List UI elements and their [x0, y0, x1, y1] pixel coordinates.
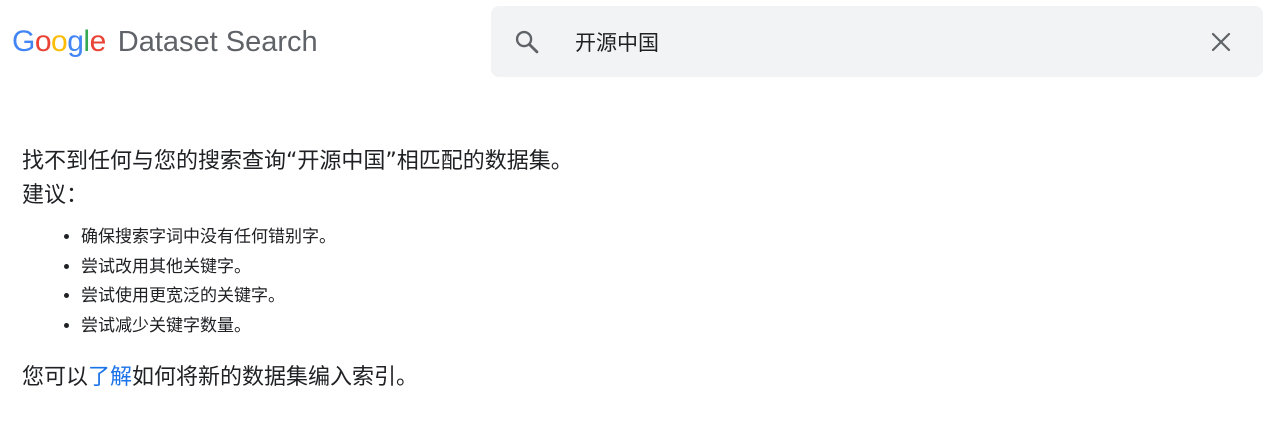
product-name: Dataset Search [117, 25, 318, 58]
index-info-line: 您可以了解如何将新的数据集编入索引。 [22, 361, 1222, 395]
logo-letter: e [89, 25, 107, 58]
learn-more-link[interactable]: 了解 [88, 365, 132, 390]
list-item: 确保搜索字词中没有任何错别字。 [81, 223, 1222, 253]
index-info-suffix: 如何将新的数据集编入索引。 [132, 365, 419, 390]
logo-letter: g [67, 25, 84, 58]
logo-letter: o [51, 25, 68, 58]
close-icon[interactable] [1209, 30, 1233, 54]
results-area: 找不到任何与您的搜索查询“开源中国”相匹配的数据集。 建议： 确保搜索字词中没有… [22, 145, 1222, 395]
suggestions-list: 确保搜索字词中没有任何错别字。 尝试改用其他关键字。 尝试使用更宽泛的关键字。 … [22, 223, 1222, 341]
suggestions-title: 建议： [22, 183, 89, 208]
logo-letter: G [12, 25, 35, 58]
search-input[interactable] [575, 22, 1175, 62]
search-icon[interactable] [513, 28, 541, 56]
list-item: 尝试减少关键字数量。 [81, 312, 1222, 342]
list-item: 尝试使用更宽泛的关键字。 [81, 282, 1222, 312]
index-info-prefix: 您可以 [22, 365, 89, 390]
header: Google Dataset Search [0, 0, 1280, 84]
google-logo: Google [12, 25, 106, 59]
logo-letter: o [34, 25, 52, 58]
list-item: 尝试改用其他关键字。 [81, 253, 1222, 283]
search-box [491, 6, 1263, 77]
dataset-search-logo[interactable]: Google Dataset Search [12, 22, 318, 62]
no-results-message: 找不到任何与您的搜索查询“开源中国”相匹配的数据集。 [22, 149, 573, 174]
